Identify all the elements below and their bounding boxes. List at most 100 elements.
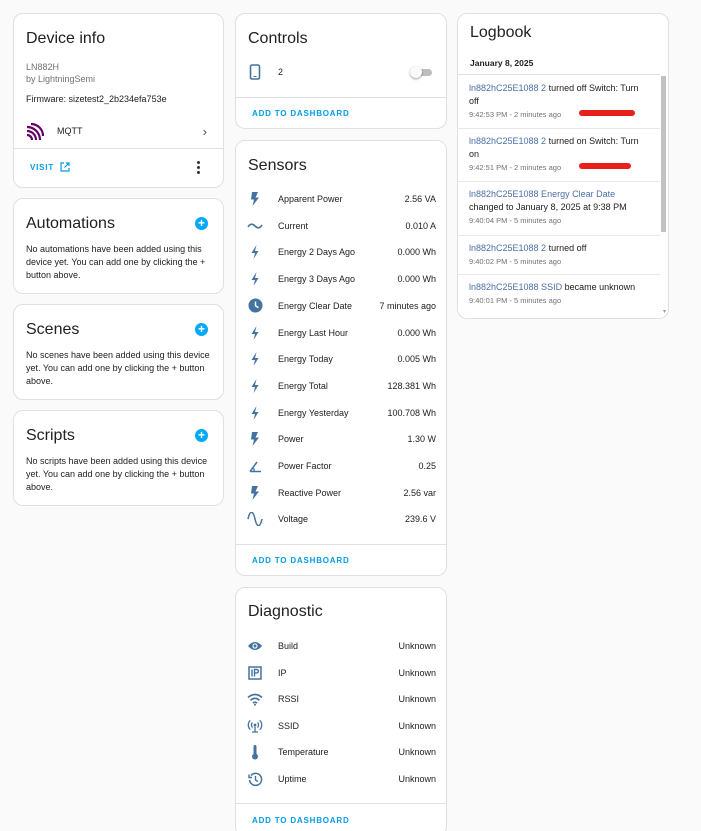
sensor-row-voltage[interactable]: Voltage 239.6 V xyxy=(246,509,436,529)
logbook-entity-link[interactable]: ln882hC25E1088 2 xyxy=(469,83,546,93)
sensor-row-energy-3-days-ago[interactable]: Energy 3 Days Ago 0.000 Wh xyxy=(246,269,436,289)
scripts-empty-text: No scripts have been added using this de… xyxy=(26,456,208,492)
logbook-entity-link[interactable]: ln882hC25E1088 Energy Clear Date xyxy=(469,189,615,199)
sensors-add-to-dashboard-button[interactable]: ADD TO DASHBOARD xyxy=(252,556,350,565)
logbook-entry-time: 9:40:01 PM - 5 minutes ago xyxy=(469,296,650,305)
controls-divider xyxy=(236,97,446,98)
logbook-entity-link[interactable]: ln882hC25E1088 2 xyxy=(469,136,546,146)
sensor-row-current[interactable]: Current 0.010 A xyxy=(246,216,436,236)
controls-add-to-dashboard-button[interactable]: ADD TO DASHBOARD xyxy=(252,109,350,118)
sensor-value: 239.6 V xyxy=(404,514,436,525)
logbook-entry[interactable]: ln882hC25E1088 2 turned off 9:40:02 PM - … xyxy=(458,236,660,275)
sensor-row-energy-last-hour[interactable]: Energy Last Hour 0.000 Wh xyxy=(246,323,436,343)
sensor-name: Energy Today xyxy=(278,354,333,365)
sensor-value: 0.25 xyxy=(418,461,436,471)
automations-empty-text: No automations have been added using thi… xyxy=(26,244,206,280)
sensor-row-power[interactable]: Power 1.30 W xyxy=(246,429,436,449)
sensor-value: 2.56 VA xyxy=(404,194,436,204)
automations-title: Automations xyxy=(26,215,115,232)
sensor-row-energy-today[interactable]: Energy Today 0.005 Wh xyxy=(246,349,436,369)
sensor-value: 0.000 Wh xyxy=(397,327,436,338)
scripts-title: Scripts xyxy=(26,427,75,444)
diagnostic-value: Unknown xyxy=(398,747,436,758)
sensor-row-energy-2-days-ago[interactable]: Energy 2 Days Ago 0.000 Wh xyxy=(246,242,436,262)
logbook-entry-text: ln882hC25E1088 2 turned off Switch: Turn… xyxy=(469,82,650,108)
logbook-card: Logbook January 8, 2025 ln882hC25E1088 2… xyxy=(457,13,669,319)
logbook-entry-time: 9:42:53 PM - 2 minutes ago xyxy=(469,110,650,119)
sensor-name: Energy Clear Date xyxy=(278,300,353,311)
add-automation-button[interactable]: + xyxy=(195,217,208,230)
lightning-icon xyxy=(246,350,264,368)
sensor-row-power-factor[interactable]: Power Factor 0.25 xyxy=(246,456,436,476)
logbook-entity-link[interactable]: ln882hC25E1088 SSID xyxy=(469,282,562,292)
diagnostic-value: Unknown xyxy=(398,667,436,678)
logbook-entry-text: ln882hC25E1088 SSID became unknown xyxy=(469,281,650,294)
sensor-row-energy-yesterday[interactable]: Energy Yesterday 100.708 Wh xyxy=(246,403,436,423)
flash-icon xyxy=(246,190,264,208)
diagnostic-row-ip[interactable]: IP Unknown xyxy=(246,663,436,683)
logbook-entry[interactable]: ln882hC25E1088 2 turned on Switch: Turn … xyxy=(458,129,660,182)
cellphone-icon xyxy=(246,63,264,81)
eye-icon xyxy=(246,637,264,655)
mqtt-integration-row[interactable]: MQTT › xyxy=(14,121,223,143)
sensor-row-reactive-power[interactable]: Reactive Power 2.56 var xyxy=(246,483,436,503)
more-options-icon[interactable] xyxy=(197,161,201,174)
device-info-title: Device info xyxy=(26,30,106,47)
sensors-title: Sensors xyxy=(248,157,307,174)
diagnostic-row-temperature[interactable]: Temperature Unknown xyxy=(246,742,436,762)
lightning-icon xyxy=(246,324,264,342)
clock-outline-icon xyxy=(246,770,264,788)
sensor-row-energy-total[interactable]: Energy Total 128.381 Wh xyxy=(246,376,436,396)
logbook-entry[interactable]: ln882hC25E1088 SSID became unknown 9:40:0… xyxy=(458,275,660,315)
diagnostic-row-ssid[interactable]: SSID Unknown xyxy=(246,716,436,736)
sensor-row-energy-clear-date[interactable]: Energy Clear Date 7 minutes ago xyxy=(246,296,436,316)
logbook-entry-time: 9:40:04 PM - 5 minutes ago xyxy=(469,216,650,225)
sensor-name: Energy Last Hour xyxy=(278,327,349,338)
logbook-time-text: 9:42:53 PM - 2 minutes ago xyxy=(469,110,562,119)
logbook-message: changed to January 8, 2025 at 9:38 PM xyxy=(469,202,627,212)
sensor-name: Energy 3 Days Ago xyxy=(278,274,356,285)
logbook-entry[interactable]: ln882hC25E1088 2 turned off Switch: Turn… xyxy=(458,76,660,129)
flash-icon xyxy=(246,484,264,502)
control-row-switch[interactable]: 2 xyxy=(246,62,436,82)
diagnostic-name: RSSI xyxy=(278,694,300,705)
device-model: LN882H xyxy=(26,62,60,72)
sensor-value: 100.708 Wh xyxy=(387,407,436,418)
sensor-value: 0.010 A xyxy=(405,220,436,231)
scripts-card: Scripts + No scripts have been added usi… xyxy=(13,410,224,506)
clock-icon xyxy=(246,297,264,315)
diagnostic-value: Unknown xyxy=(398,641,436,651)
logbook-entity-link[interactable]: ln882hC25E1088 2 xyxy=(469,243,546,253)
add-script-button[interactable]: + xyxy=(195,429,208,442)
diagnostic-row-rssi[interactable]: RSSI Unknown xyxy=(246,689,436,709)
device-manufacturer: by LightningSemi xyxy=(26,74,96,84)
visit-button[interactable]: VISIT xyxy=(30,162,70,172)
logbook-time-text: 9:40:02 PM - 5 minutes ago xyxy=(469,257,562,266)
sensor-name: Power Factor xyxy=(278,461,332,471)
scenes-empty-text: No scenes have been added using this dev… xyxy=(26,350,210,386)
diagnostic-row-uptime[interactable]: Uptime Unknown xyxy=(246,769,436,789)
wifi-icon xyxy=(246,690,264,708)
open-in-new-icon xyxy=(60,162,70,172)
lightning-icon xyxy=(246,270,264,288)
sensor-value: 7 minutes ago xyxy=(379,300,436,311)
diagnostic-card: Diagnostic Build Unknown IP Unknown RSSI Unkn… xyxy=(235,587,447,831)
sensor-value: 1.30 W xyxy=(407,434,436,445)
logbook-date-divider xyxy=(458,74,660,75)
diagnostic-name: Uptime xyxy=(278,774,307,784)
logbook-time-text: 9:40:01 PM - 5 minutes ago xyxy=(469,296,562,305)
switch-toggle[interactable] xyxy=(410,66,432,78)
logbook-entry-time: 9:40:02 PM - 5 minutes ago xyxy=(469,257,650,266)
diagnostic-row-build[interactable]: Build Unknown xyxy=(246,636,436,656)
diagnostic-add-to-dashboard-button[interactable]: ADD TO DASHBOARD xyxy=(252,816,350,825)
sensor-row-apparent-power[interactable]: Apparent Power 2.56 VA xyxy=(246,189,436,209)
diagnostic-name: Build xyxy=(278,641,299,651)
sensor-name: Energy Total xyxy=(278,380,328,391)
scenes-title: Scenes xyxy=(26,321,80,338)
logbook-title: Logbook xyxy=(470,24,532,41)
add-scene-button[interactable]: + xyxy=(195,323,208,336)
logbook-entry[interactable]: ln882hC25E1088 Energy Clear Date changed… xyxy=(458,182,660,236)
scroll-down-arrow-icon[interactable]: ▾ xyxy=(663,308,666,315)
logbook-scrollbar[interactable] xyxy=(661,76,666,232)
logbook-entry-text: ln882hC25E1088 2 turned on Switch: Turn … xyxy=(469,135,650,161)
